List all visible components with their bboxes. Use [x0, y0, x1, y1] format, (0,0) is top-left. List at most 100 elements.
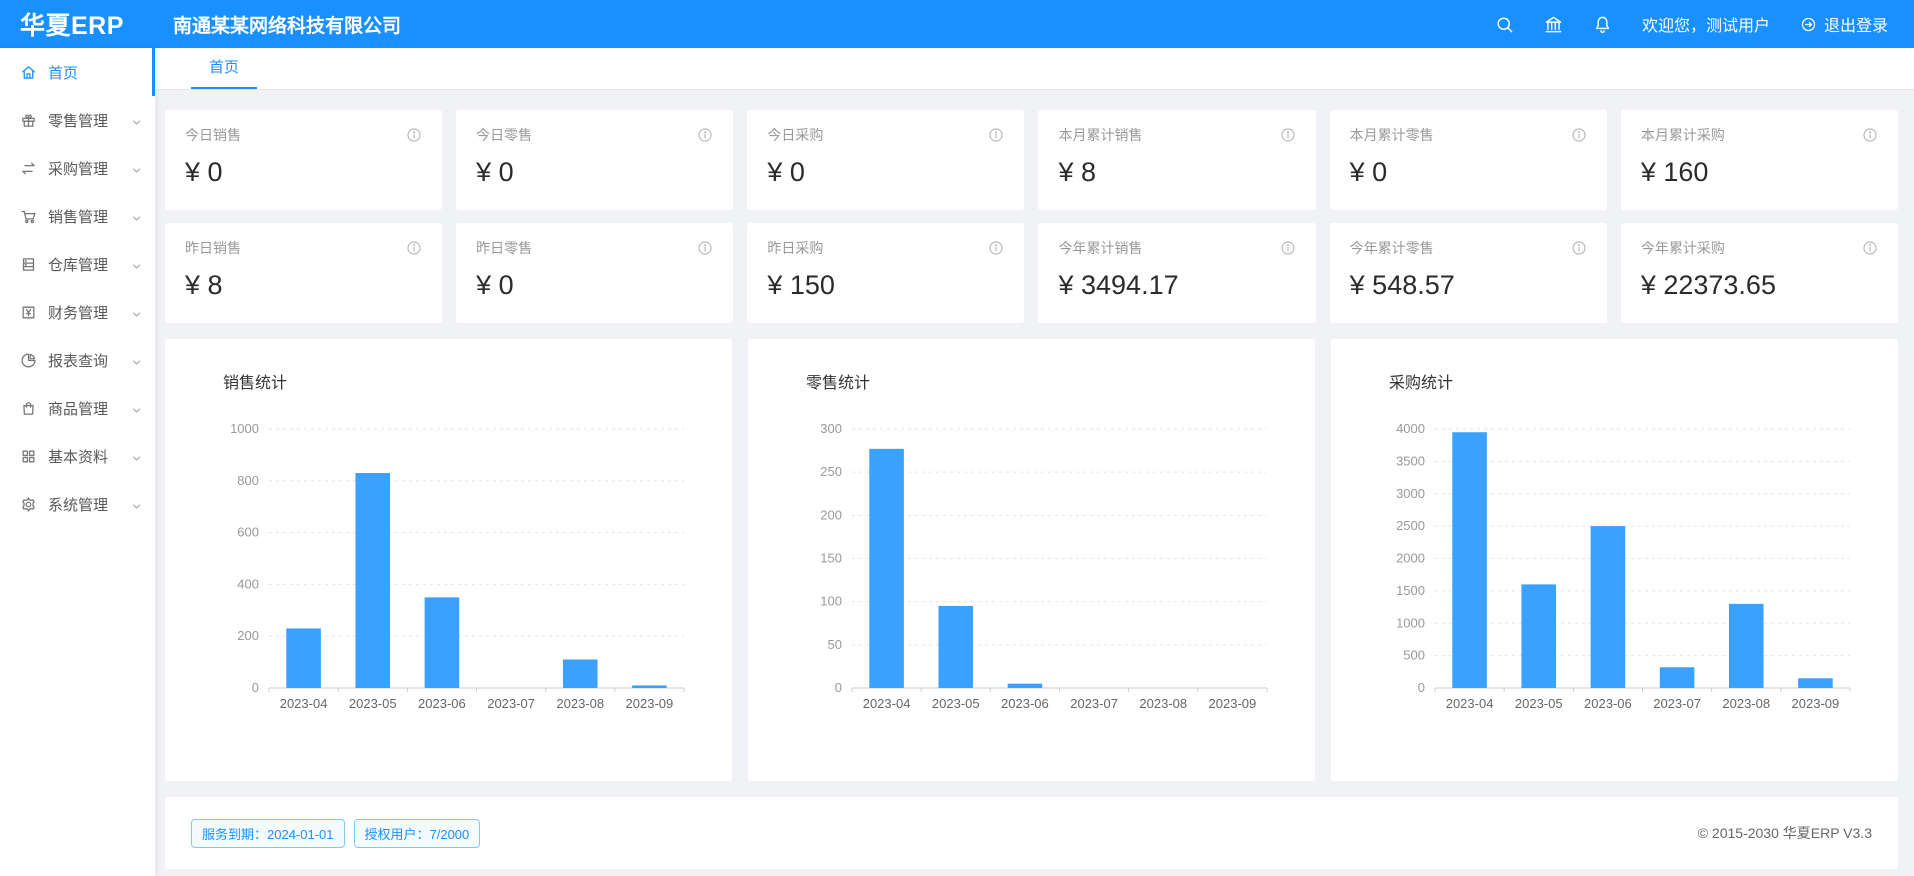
- pie-chart-icon: [20, 352, 37, 369]
- sidebar-item-reports[interactable]: 报表查询: [0, 336, 155, 384]
- stat-card-value: ¥ 0: [185, 157, 422, 188]
- info-icon[interactable]: [697, 240, 713, 256]
- info-icon[interactable]: [988, 127, 1004, 143]
- svg-text:2023-06: 2023-06: [1584, 696, 1632, 711]
- svg-text:500: 500: [1403, 648, 1425, 663]
- svg-text:2023-04: 2023-04: [1446, 696, 1494, 711]
- sidebar-item-home[interactable]: 首页: [0, 48, 155, 96]
- chart-title: 零售统计: [806, 369, 1315, 393]
- svg-text:2500: 2500: [1396, 518, 1425, 533]
- info-icon[interactable]: [406, 127, 422, 143]
- chevron-down-icon: [131, 451, 142, 462]
- info-icon[interactable]: [1571, 240, 1587, 256]
- gear-icon: [20, 496, 37, 513]
- svg-text:300: 300: [820, 421, 842, 436]
- bar-chart-retail[interactable]: 0501001502002503002023-042023-052023-062…: [760, 401, 1315, 741]
- svg-text:800: 800: [237, 473, 259, 488]
- sidebar-item-basic[interactable]: 基本资料: [0, 432, 155, 480]
- sidebar-item-label: 销售管理: [48, 206, 108, 227]
- svg-text:600: 600: [237, 525, 259, 540]
- stat-card-title: 今日采购: [767, 125, 823, 145]
- stat-card: 昨日采购 ¥ 150: [747, 223, 1024, 323]
- sidebar-item-label: 基本资料: [48, 446, 108, 467]
- bank-icon[interactable]: [1544, 15, 1563, 34]
- sidebar-item-sales[interactable]: 销售管理: [0, 192, 155, 240]
- info-icon[interactable]: [1280, 127, 1296, 143]
- stat-card: 今年累计采购 ¥ 22373.65: [1621, 223, 1898, 323]
- stat-card: 今年累计零售 ¥ 548.57: [1330, 223, 1607, 323]
- chevron-down-icon: [131, 403, 142, 414]
- footer-badge[interactable]: 授权用户：7/2000: [354, 819, 481, 848]
- sidebar-item-finance[interactable]: 财务管理: [0, 288, 155, 336]
- info-icon[interactable]: [988, 240, 1004, 256]
- stat-card-title: 昨日零售: [476, 238, 532, 258]
- chart-row: 销售统计020040060080010002023-042023-052023-…: [165, 339, 1898, 781]
- info-icon[interactable]: [1280, 240, 1296, 256]
- logout-icon: [1800, 16, 1817, 33]
- svg-text:2023-07: 2023-07: [1070, 696, 1118, 711]
- svg-text:0: 0: [1418, 680, 1425, 695]
- stat-card-title: 今日销售: [185, 125, 241, 145]
- copyright-text: © 2015-2030 华夏ERP V3.3: [1698, 823, 1872, 843]
- svg-text:2023-09: 2023-09: [1209, 696, 1257, 711]
- grid-icon: [20, 448, 37, 465]
- stat-card-value: ¥ 8: [1058, 157, 1295, 188]
- stat-card: 本月累计采购 ¥ 160: [1621, 110, 1898, 210]
- svg-text:50: 50: [828, 637, 842, 652]
- welcome-text: 欢迎您，测试用户: [1642, 12, 1770, 36]
- search-icon[interactable]: [1495, 15, 1514, 34]
- svg-text:250: 250: [820, 464, 842, 479]
- svg-text:3500: 3500: [1396, 453, 1425, 468]
- svg-text:2023-06: 2023-06: [1001, 696, 1049, 711]
- svg-text:0: 0: [252, 680, 259, 695]
- footer-badges: 服务到期：2024-01-01 授权用户：7/2000: [191, 819, 480, 848]
- logout-button[interactable]: 退出登录: [1800, 12, 1888, 36]
- info-icon[interactable]: [697, 127, 713, 143]
- sidebar: 首页零售管理采购管理销售管理仓库管理财务管理报表查询商品管理基本资料系统管理: [0, 48, 155, 876]
- storage-icon: [20, 256, 37, 273]
- svg-text:2023-05: 2023-05: [1515, 696, 1563, 711]
- sidebar-item-retail[interactable]: 零售管理: [0, 96, 155, 144]
- stat-card: 今日销售 ¥ 0: [165, 110, 442, 210]
- sidebar-item-warehouse[interactable]: 仓库管理: [0, 240, 155, 288]
- sidebar-item-system[interactable]: 系统管理: [0, 480, 155, 528]
- tab-home[interactable]: 首页: [191, 48, 257, 89]
- svg-text:2023-05: 2023-05: [932, 696, 980, 711]
- svg-text:1000: 1000: [230, 421, 259, 436]
- sidebar-item-label: 商品管理: [48, 398, 108, 419]
- stat-card: 今年累计销售 ¥ 3494.17: [1038, 223, 1315, 323]
- sidebar-item-label: 财务管理: [48, 302, 108, 323]
- bar-chart-purchase[interactable]: 050010001500200025003000350040002023-042…: [1343, 401, 1898, 741]
- sidebar-item-goods[interactable]: 商品管理: [0, 384, 155, 432]
- footer-panel: 服务到期：2024-01-01 授权用户：7/2000 © 2015-2030 华…: [165, 797, 1898, 869]
- stat-card-value: ¥ 22373.65: [1641, 270, 1878, 301]
- info-icon[interactable]: [406, 240, 422, 256]
- svg-text:2023-09: 2023-09: [1792, 696, 1840, 711]
- info-icon[interactable]: [1571, 127, 1587, 143]
- stat-card-title: 今年累计销售: [1058, 238, 1142, 258]
- info-icon[interactable]: [1862, 127, 1878, 143]
- svg-text:2023-04: 2023-04: [280, 696, 328, 711]
- sidebar-item-purchase[interactable]: 采购管理: [0, 144, 155, 192]
- bell-icon[interactable]: [1593, 15, 1612, 34]
- tab-bar: 首页: [155, 48, 1914, 90]
- sidebar-item-label: 报表查询: [48, 350, 108, 371]
- bar-chart-sales[interactable]: 020040060080010002023-042023-052023-0620…: [177, 401, 732, 741]
- bag-icon: [20, 400, 37, 417]
- svg-text:2023-06: 2023-06: [418, 696, 466, 711]
- footer-badge[interactable]: 服务到期：2024-01-01: [191, 819, 345, 848]
- chart-title: 销售统计: [223, 369, 732, 393]
- svg-text:2023-07: 2023-07: [487, 696, 535, 711]
- stat-card: 昨日销售 ¥ 8: [165, 223, 442, 323]
- svg-text:400: 400: [237, 576, 259, 591]
- stat-card: 本月累计零售 ¥ 0: [1330, 110, 1607, 210]
- home-icon: [20, 64, 37, 81]
- chart-title: 采购统计: [1389, 369, 1898, 393]
- stat-card-value: ¥ 0: [476, 270, 713, 301]
- info-icon[interactable]: [1862, 240, 1878, 256]
- sidebar-item-label: 采购管理: [48, 158, 108, 179]
- stat-card-title: 本月累计零售: [1350, 125, 1434, 145]
- swap-icon: [20, 160, 37, 177]
- sidebar-item-label: 仓库管理: [48, 254, 108, 275]
- chevron-down-icon: [131, 163, 142, 174]
